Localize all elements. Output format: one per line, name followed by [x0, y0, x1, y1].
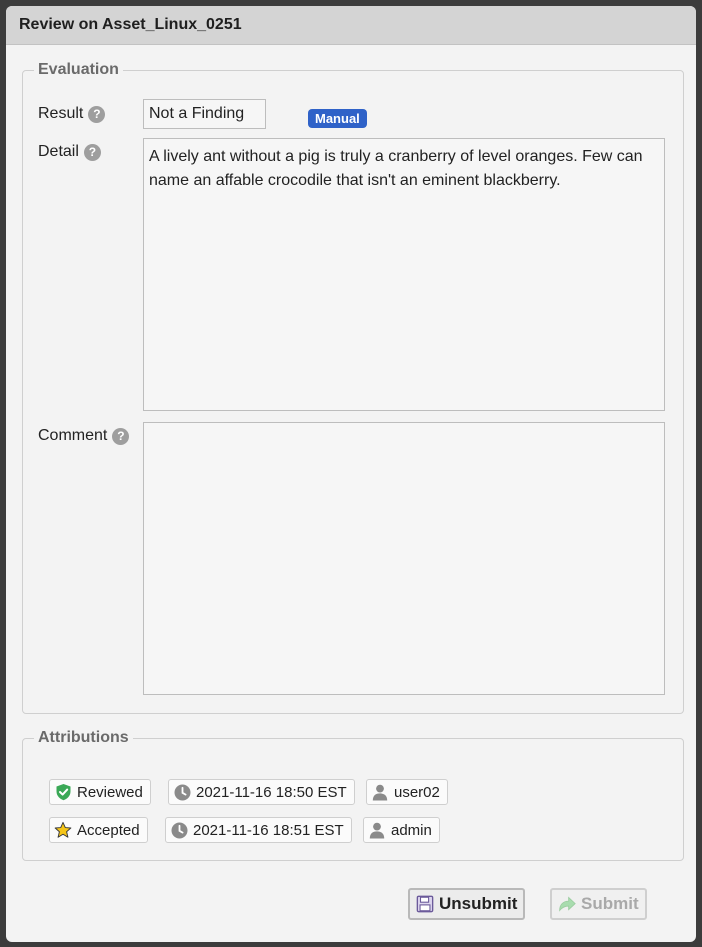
comment-label: Comment [38, 427, 108, 444]
timestamp-chip: 2021-11-16 18:50 EST [168, 779, 355, 805]
star-icon [54, 821, 72, 839]
user-chip: admin [363, 817, 440, 843]
submit-label: Submit [581, 894, 639, 913]
submit-button[interactable]: Submit [550, 888, 647, 920]
clock-icon [173, 783, 191, 801]
evaluation-fieldset: Evaluation Result ? Not a Finding Manual… [22, 61, 684, 714]
timestamp-text: 2021-11-16 18:50 EST [196, 783, 347, 801]
attributions-legend: Attributions [38, 729, 129, 746]
unsubmit-label: Unsubmit [439, 894, 518, 913]
detail-textarea[interactable]: A lively ant without a pig is truly a cr… [143, 138, 665, 411]
timestamp-text: 2021-11-16 18:51 EST [193, 821, 344, 839]
detail-label: Detail [38, 143, 79, 160]
detail-label-group: Detail ? [38, 143, 101, 161]
attributions-fieldset: Attributions Reviewed 2021-11-16 18:50 E… [22, 729, 684, 861]
help-icon[interactable]: ? [83, 143, 101, 161]
user-icon [371, 783, 389, 801]
forward-arrow-icon [558, 895, 576, 913]
status-chip-accepted: Accepted [49, 817, 148, 843]
status-chip-reviewed: Reviewed [49, 779, 151, 805]
user-name: user02 [394, 783, 440, 801]
status-label: Accepted [77, 821, 140, 839]
user-name: admin [391, 821, 432, 839]
shield-check-icon [54, 783, 72, 801]
help-icon[interactable]: ? [112, 427, 130, 445]
comment-textarea[interactable] [143, 422, 665, 695]
help-icon[interactable]: ? [88, 105, 106, 123]
user-icon [368, 821, 386, 839]
result-label-group: Result ? [38, 105, 106, 123]
evaluation-legend: Evaluation [38, 61, 119, 78]
unsubmit-button[interactable]: Unsubmit [408, 888, 526, 920]
panel-title: Review on Asset_Linux_0251 [6, 6, 696, 45]
timestamp-chip: 2021-11-16 18:51 EST [165, 817, 352, 843]
result-label: Result [38, 105, 84, 122]
clock-icon [170, 821, 188, 839]
user-chip: user02 [366, 779, 448, 805]
review-panel: Review on Asset_Linux_0251 Evaluation Re… [6, 6, 696, 942]
floppy-disk-icon [416, 895, 434, 913]
result-field[interactable]: Not a Finding [143, 99, 266, 129]
status-label: Reviewed [77, 783, 143, 801]
comment-label-group: Comment ? [38, 427, 130, 445]
manual-badge: Manual [308, 109, 367, 128]
